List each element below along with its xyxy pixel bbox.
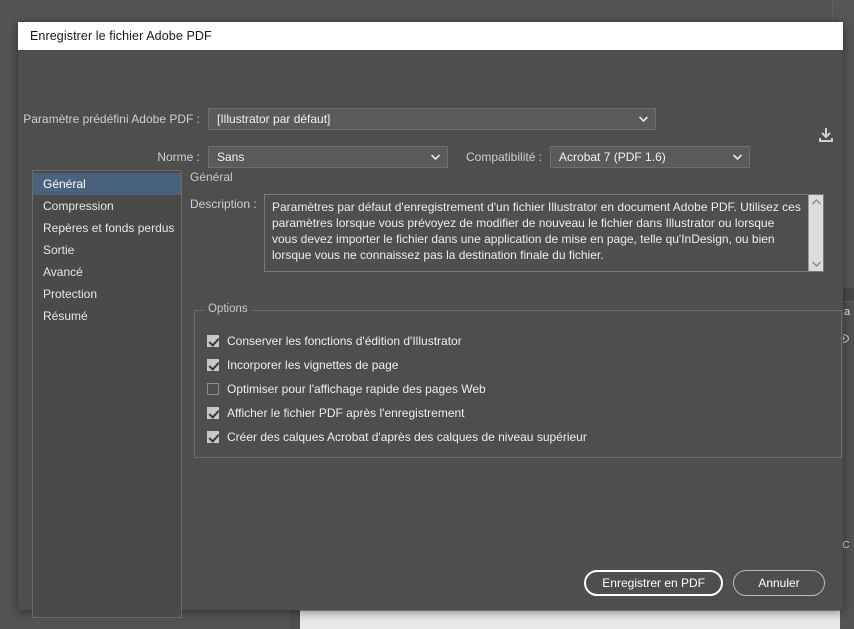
description-row: Description : Paramètres par défaut d'en… — [190, 194, 830, 272]
option-row[interactable]: Conserver les fonctions d'édition d'Illu… — [207, 329, 841, 353]
checkbox-checked-icon[interactable] — [207, 335, 219, 347]
chevron-down-icon — [431, 154, 440, 160]
sidebar-item-label: Avancé — [43, 265, 83, 279]
sidebar-item-label: Compression — [43, 199, 114, 213]
description-text: Paramètres par défaut d'enregistrement d… — [272, 200, 801, 262]
panel-title: Général — [190, 170, 233, 184]
option-label: Afficher le fichier PDF après l'enregist… — [227, 406, 465, 420]
scroll-down-icon[interactable] — [809, 257, 823, 271]
dialog-titlebar: Enregistrer le fichier Adobe PDF — [18, 22, 843, 50]
checkbox-checked-icon[interactable] — [207, 407, 219, 419]
save-preset-icon[interactable] — [816, 125, 836, 145]
dialog-title: Enregistrer le fichier Adobe PDF — [30, 29, 212, 43]
option-label: Optimiser pour l'affichage rapide des pa… — [227, 382, 486, 396]
sidebar-item-label: Sortie — [43, 243, 75, 257]
chevron-down-icon — [639, 116, 648, 122]
compatibility-select[interactable]: Acrobat 7 (PDF 1.6) — [550, 146, 751, 168]
scroll-up-icon[interactable] — [809, 195, 823, 209]
preset-label: Paramètre prédéfini Adobe PDF : — [23, 112, 200, 126]
general-panel: Général Description : Paramètres par déf… — [190, 170, 842, 618]
preset-select[interactable]: [Illustrator par défaut] — [208, 108, 656, 130]
option-label: Créer des calques Acrobat d'après des ca… — [227, 430, 587, 444]
options-list: Conserver les fonctions d'édition d'Illu… — [195, 311, 841, 449]
sidebar-item[interactable]: Avancé — [33, 261, 181, 283]
sidebar-item[interactable]: Général — [33, 173, 181, 195]
option-row[interactable]: Créer des calques Acrobat d'après des ca… — [207, 425, 841, 449]
settings-category-list[interactable]: Général Compression Repères et fonds perdu… — [32, 170, 182, 618]
option-label: Conserver les fonctions d'édition d'Illu… — [227, 334, 462, 348]
save-adobe-pdf-dialog: Enregistrer le fichier Adobe PDF Paramèt… — [18, 22, 843, 618]
checkbox-checked-icon[interactable] — [207, 431, 219, 443]
standard-select[interactable]: Sans — [208, 146, 448, 168]
dialog-footer: Enregistrer en PDF Annuler — [584, 570, 825, 596]
sidebar-item-label: Repères et fonds perdus — [43, 221, 175, 235]
sidebar-item[interactable]: Compression — [33, 195, 181, 217]
compatibility-select-value: Acrobat 7 (PDF 1.6) — [559, 150, 666, 164]
description-label: Description : — [190, 197, 257, 211]
cancel-button[interactable]: Annuler — [733, 570, 825, 596]
description-scrollbar[interactable] — [808, 195, 823, 271]
description-textarea[interactable]: Paramètres par défaut d'enregistrement d… — [264, 194, 824, 272]
options-group: Options Conserver les fonctions d'éditio… — [194, 303, 842, 458]
standard-compatibility-row: Norme : Sans Compatibilité : Acrobat 7 (… — [18, 146, 843, 168]
options-legend: Options — [203, 303, 253, 315]
sidebar-item[interactable]: Sortie — [33, 239, 181, 261]
standard-label: Norme : — [157, 150, 200, 164]
checkbox-unchecked-icon[interactable] — [207, 383, 219, 395]
option-row[interactable]: Optimiser pour l'affichage rapide des pa… — [207, 377, 841, 401]
standard-select-value: Sans — [217, 150, 245, 164]
preset-row: Paramètre prédéfini Adobe PDF : [Illustr… — [18, 108, 843, 130]
sidebar-item-label: Résumé — [43, 309, 88, 323]
preset-select-value: [Illustrator par défaut] — [217, 112, 331, 126]
sidebar-item-label: Protection — [43, 287, 98, 301]
sidebar-item[interactable]: Repères et fonds perdus — [33, 217, 181, 239]
sidebar-item-label: Général — [43, 177, 86, 191]
dialog-body: Paramètre prédéfini Adobe PDF : [Illustr… — [18, 50, 843, 618]
option-label: Incorporer les vignettes de page — [227, 358, 399, 372]
option-row[interactable]: Incorporer les vignettes de page — [207, 353, 841, 377]
compatibility-label: Compatibilité : — [466, 150, 543, 164]
save-pdf-button[interactable]: Enregistrer en PDF — [584, 570, 723, 596]
checkbox-checked-icon[interactable] — [207, 359, 219, 371]
sidebar-item[interactable]: Résumé — [33, 305, 181, 327]
chevron-down-icon — [733, 154, 743, 160]
option-row[interactable]: Afficher le fichier PDF après l'enregist… — [207, 401, 841, 425]
sidebar-item[interactable]: Protection — [33, 283, 181, 305]
